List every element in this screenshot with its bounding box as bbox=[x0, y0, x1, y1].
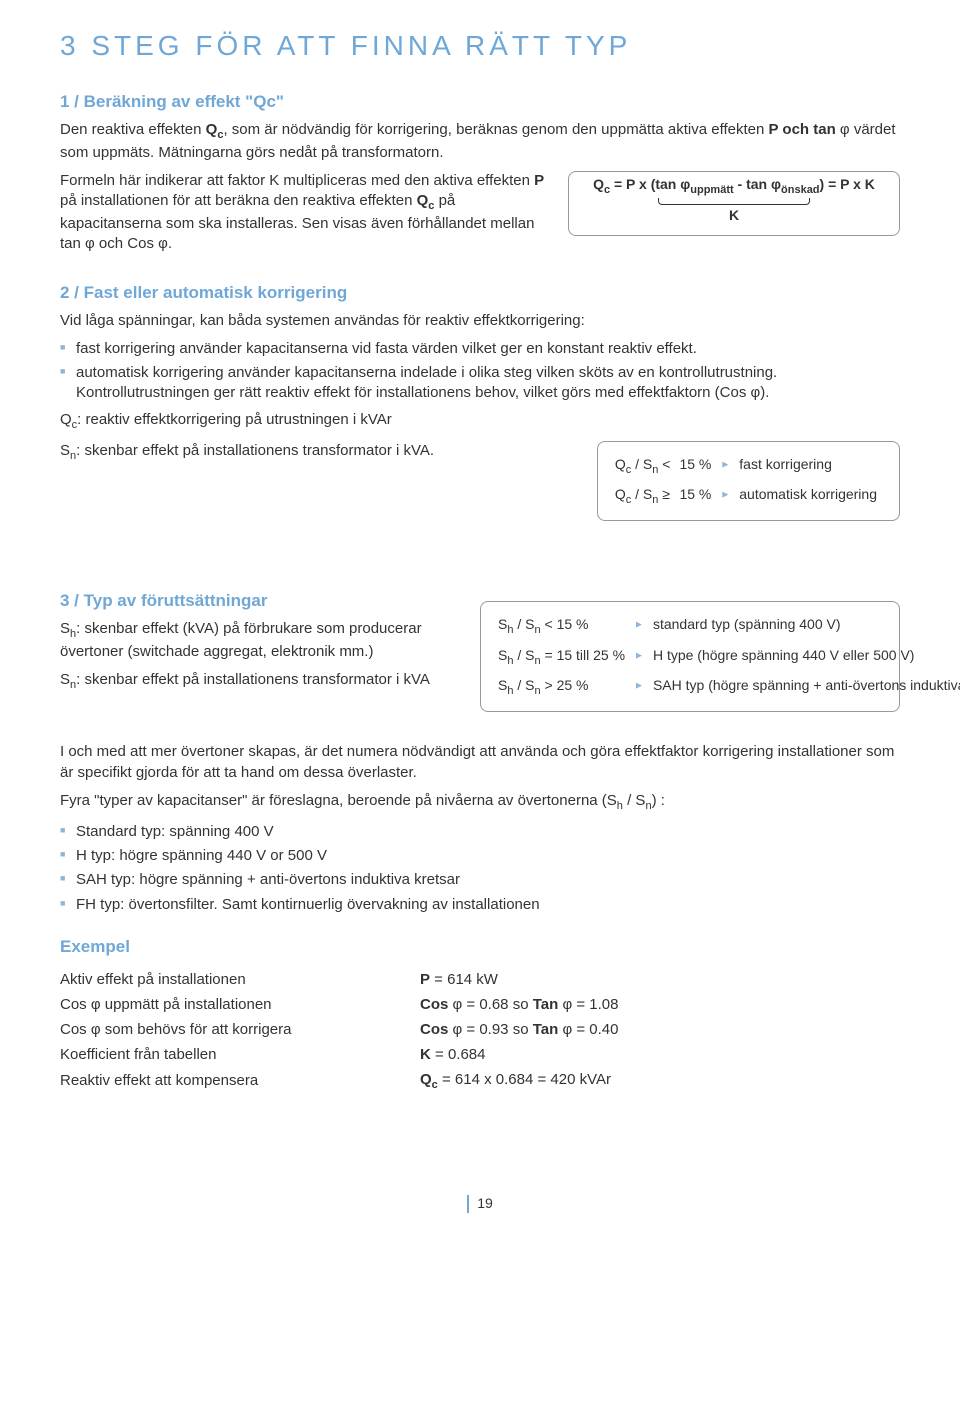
page-title: 3 STEG FÖR ATT FINNA RÄTT TYP bbox=[60, 30, 900, 62]
example-table: Aktiv effekt på installationenP = 614 kW… bbox=[60, 967, 618, 1095]
section3-head: 3 / Typ av föruttsättningar bbox=[60, 591, 460, 611]
section1-para1: Den reaktiva effekten Qc, som är nödvänd… bbox=[60, 120, 900, 163]
section1-para2: Formeln här indikerar att faktor K multi… bbox=[60, 171, 548, 255]
sh-line: Sh: skenbar effekt (kVA) på förbrukare s… bbox=[60, 619, 460, 662]
overtone-para1: I och med att mer övertoner skapas, är d… bbox=[60, 742, 900, 783]
type-bullet1: Standard typ: spänning 400 V bbox=[60, 822, 900, 842]
formula-box: Qc = P x (tan φuppmätt - tan φönskad) = … bbox=[568, 171, 900, 236]
type-bullet2: H typ: högre spänning 440 V or 500 V bbox=[60, 846, 900, 866]
type-bullet4: FH typ: övertonsfilter. Samt kontirnuerl… bbox=[60, 895, 900, 915]
section2-bullet1: fast korrigering använder kapacitanserna… bbox=[60, 339, 900, 359]
threshold-box: Qc / Sn <15 %►fast korrigering Qc / Sn ≥… bbox=[597, 441, 900, 522]
section2-head: 2 / Fast eller automatisk korrigering bbox=[60, 283, 900, 303]
page-footer: 19 bbox=[60, 1195, 900, 1213]
section2-intro: Vid låga spänningar, kan båda systemen a… bbox=[60, 311, 900, 331]
type-bullet3: SAH typ: högre spänning + anti-övertons … bbox=[60, 870, 900, 890]
page-number: 19 bbox=[467, 1195, 493, 1213]
section1-head: 1 / Beräkning av effekt "Qc" bbox=[60, 92, 900, 112]
type-box: Sh / Sn < 15 %►standard typ (spänning 40… bbox=[480, 601, 900, 712]
sn-line2: Sn: skenbar effekt på installationens tr… bbox=[60, 670, 460, 693]
example-head: Exempel bbox=[60, 937, 900, 957]
section2-bullet2: automatisk korrigering använder kapacita… bbox=[60, 363, 900, 404]
qc-line: Qc: reaktiv effektkorrigering på utrustn… bbox=[60, 410, 900, 433]
overtone-para2: Fyra "typer av kapacitanser" är föreslag… bbox=[60, 791, 900, 814]
sn-line: Sn: skenbar effekt på installationens tr… bbox=[60, 441, 567, 464]
